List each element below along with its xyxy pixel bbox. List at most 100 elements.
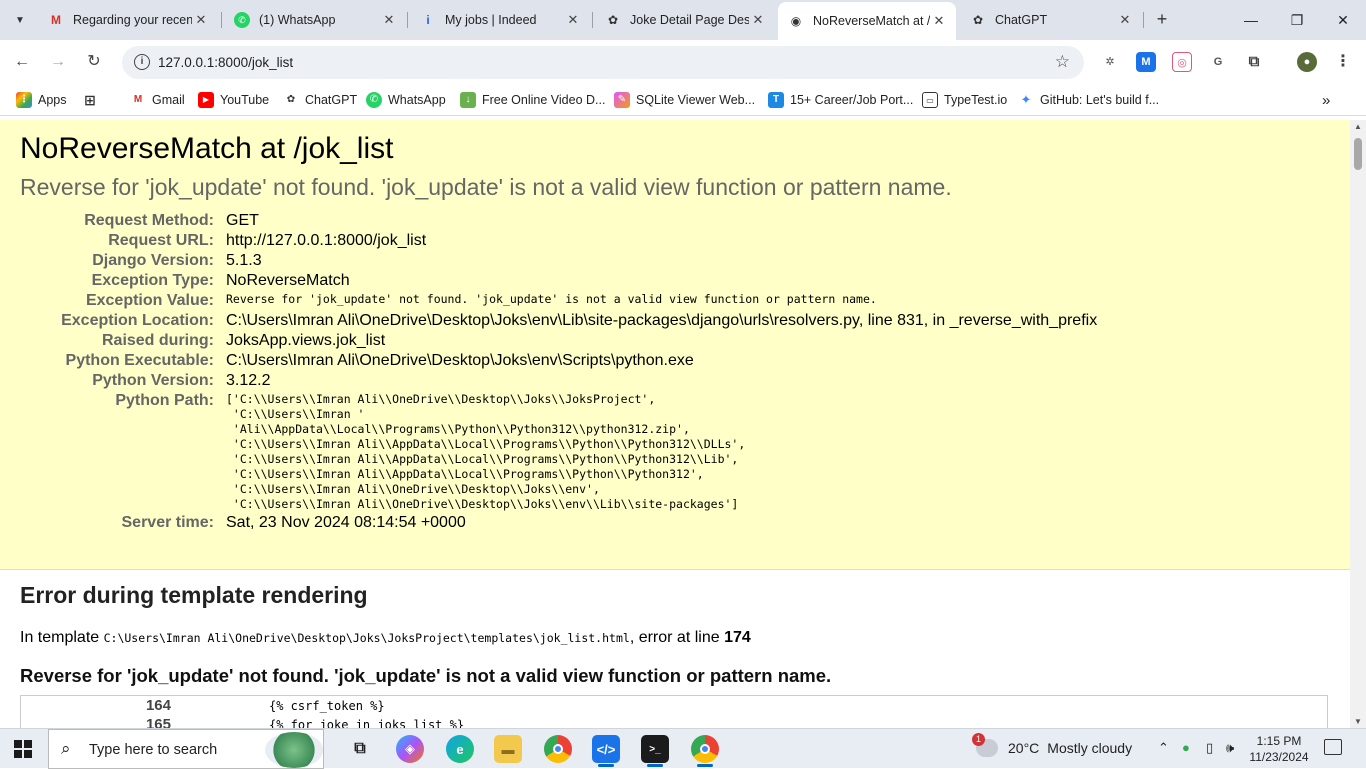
sqlite-icon: ✎ (614, 92, 630, 108)
system-clock[interactable]: 1:15 PM 11/23/2024 (1246, 733, 1312, 765)
battery-icon[interactable]: ▯ (1206, 740, 1213, 756)
tab-chatgpt[interactable]: ✿ ChatGPT ✕ (960, 6, 1142, 34)
whatsapp-icon: ✆ (366, 92, 382, 108)
error-message: Reverse for 'jok_update' not found. 'jok… (20, 174, 952, 200)
table-row: Exception Value: Reverse for 'jok_update'… (20, 291, 1103, 311)
keyboard-icon: ▭ (922, 92, 938, 108)
windows-start-icon[interactable] (14, 740, 32, 758)
error-title: NoReverseMatch at /jok_list (20, 132, 394, 165)
back-button[interactable]: ← (10, 50, 34, 74)
table-row: Request URL: http://127.0.0.1:8000/jok_li… (20, 231, 1103, 251)
tab-divider (407, 12, 408, 28)
bookmark-gmail[interactable]: M Gmail (130, 92, 185, 108)
address-bar[interactable]: i 127.0.0.1:8000/jok_list ☆ (122, 46, 1084, 79)
forward-button[interactable]: → (46, 50, 70, 74)
line-number: 164 (145, 697, 171, 714)
tab-title: ChatGPT (995, 13, 1048, 27)
vscode-icon[interactable]: </> (592, 735, 620, 763)
bookmark-star-icon[interactable]: ☆ (1055, 52, 1070, 72)
chrome-profile-icon[interactable] (691, 735, 719, 763)
bookmark-apps[interactable]: ⋮ Apps (16, 92, 67, 108)
source-line: 164 {% csrf_token %} (21, 696, 1327, 715)
row-label: Server time: (121, 514, 215, 531)
bookmark-label: GitHub: Let's build f... (1040, 93, 1160, 107)
url-text[interactable]: 127.0.0.1:8000/jok_list (158, 55, 293, 70)
table-row: Django Version: 5.1.3 (20, 251, 1103, 271)
extension-m-icon[interactable]: M (1136, 52, 1156, 72)
bookmark-whatsapp[interactable]: ✆ WhatsApp (366, 92, 446, 108)
scrollbar-thumb[interactable] (1354, 138, 1362, 170)
python-path-value: ['C:\\Users\\Imran Ali\\OneDrive\\Deskto… (226, 392, 746, 511)
close-icon[interactable]: ✕ (380, 12, 398, 28)
bookmark-sqlite[interactable]: ✎ SQLite Viewer Web... (614, 92, 755, 108)
tab-gmail[interactable]: M Regarding your recen ✕ (38, 6, 218, 34)
bookmark-chatgpt[interactable]: ✿ ChatGPT (283, 92, 357, 108)
search-placeholder: Type here to search (89, 742, 218, 758)
new-tab-button[interactable]: + (1150, 8, 1174, 32)
window-close-button[interactable]: ✕ (1320, 6, 1366, 34)
close-icon[interactable]: ✕ (1116, 12, 1134, 28)
tab-divider (1143, 12, 1144, 28)
terminal-icon[interactable]: >_ (641, 735, 669, 763)
tray-chrome-icon[interactable]: ● (1182, 740, 1190, 755)
line-code: {% csrf_token %} (269, 698, 385, 713)
bookmark-label: Gmail (152, 93, 185, 107)
bookmark-label: Free Online Video D... (482, 93, 606, 107)
reload-button[interactable]: ↻ (82, 50, 106, 74)
close-icon[interactable]: ✕ (749, 12, 767, 28)
profile-avatar[interactable]: ● (1297, 52, 1317, 72)
tab-whatsapp[interactable]: ✆ (1) WhatsApp ✕ (224, 6, 406, 34)
extension-grammarly-icon[interactable]: G (1208, 52, 1228, 72)
line-number: 165 (145, 716, 171, 728)
row-label: Exception Type: (91, 272, 214, 289)
scroll-down-arrow-icon[interactable]: ▼ (1354, 717, 1362, 726)
edge-icon[interactable]: e (446, 735, 474, 763)
row-label: Python Version: (92, 372, 214, 389)
tab-noreversematch[interactable]: ◉ NoReverseMatch at / ✕ (778, 2, 956, 40)
close-icon[interactable]: ✕ (564, 12, 582, 28)
tab-joke-detail[interactable]: ✿ Joke Detail Page Des ✕ (595, 6, 775, 34)
restore-button[interactable]: ❐ (1274, 6, 1320, 34)
tab-title: (1) WhatsApp (259, 13, 336, 27)
minimize-button[interactable]: — (1228, 6, 1274, 34)
tab-divider (592, 12, 593, 28)
template-error-heading: Error during template rendering (20, 582, 368, 608)
notification-icon[interactable] (1324, 739, 1342, 755)
weather-widget[interactable]: 1 20°C Mostly cloudy (972, 733, 1132, 757)
extension-gear-icon[interactable]: ✲ (1100, 52, 1120, 72)
row-value: 5.1.3 (226, 252, 262, 269)
bookmark-tabs-grid[interactable]: ⊞ (82, 92, 104, 108)
extension-camera-icon[interactable]: ◎ (1172, 52, 1192, 72)
close-icon[interactable]: ✕ (930, 13, 948, 29)
bookmarks-overflow-chevron-icon[interactable]: » (1322, 92, 1330, 109)
menu-kebab-icon[interactable]: ⋮ (1333, 52, 1353, 72)
tab-divider (221, 12, 222, 28)
tab-indeed[interactable]: i My jobs | Indeed ✕ (410, 6, 590, 34)
close-icon[interactable]: ✕ (192, 12, 210, 28)
bookmark-github[interactable]: ✦ GitHub: Let's build f... (1018, 92, 1160, 108)
site-info-icon[interactable]: i (134, 54, 150, 70)
copilot-icon[interactable]: ◈ (396, 735, 424, 763)
tab-search-button[interactable]: ▼ (8, 8, 32, 32)
file-explorer-icon[interactable]: ▬ (494, 735, 522, 763)
error-at-line-label: , error at line (629, 629, 720, 646)
volume-icon[interactable]: 🕪 (1226, 740, 1234, 756)
bookmark-youtube[interactable]: ▶ YouTube (198, 92, 269, 108)
tray-chevron-up-icon[interactable]: ⌃ (1158, 740, 1169, 756)
line-code: {% for joke in joks_list %} (269, 717, 465, 729)
row-value: C:\Users\Imran Ali\OneDrive\Desktop\Joks… (226, 312, 1098, 329)
chrome-icon[interactable] (544, 735, 572, 763)
bookmark-video-downloader[interactable]: ↓ Free Online Video D... (460, 92, 605, 108)
bookmark-career[interactable]: T 15+ Career/Job Port... (768, 92, 913, 108)
row-label: Python Executable: (65, 352, 214, 369)
bookmark-typetest[interactable]: ▭ TypeTest.io (922, 92, 1007, 108)
extensions-puzzle-icon[interactable]: ⧉ (1244, 52, 1264, 72)
weather-temp: 20°C (1008, 740, 1040, 756)
row-label: Python Path: (115, 392, 214, 409)
taskbar-search-box[interactable]: ⌕ Type here to search (48, 729, 324, 769)
cloud-icon: 1 (972, 733, 998, 757)
scroll-up-arrow-icon[interactable]: ▲ (1354, 122, 1362, 131)
template-location: In template C:\Users\Imran Ali\OneDrive\… (20, 629, 1330, 647)
task-view-icon[interactable]: ⧉ (346, 735, 374, 763)
page-scrollbar[interactable]: ▲ ▼ (1350, 120, 1366, 728)
